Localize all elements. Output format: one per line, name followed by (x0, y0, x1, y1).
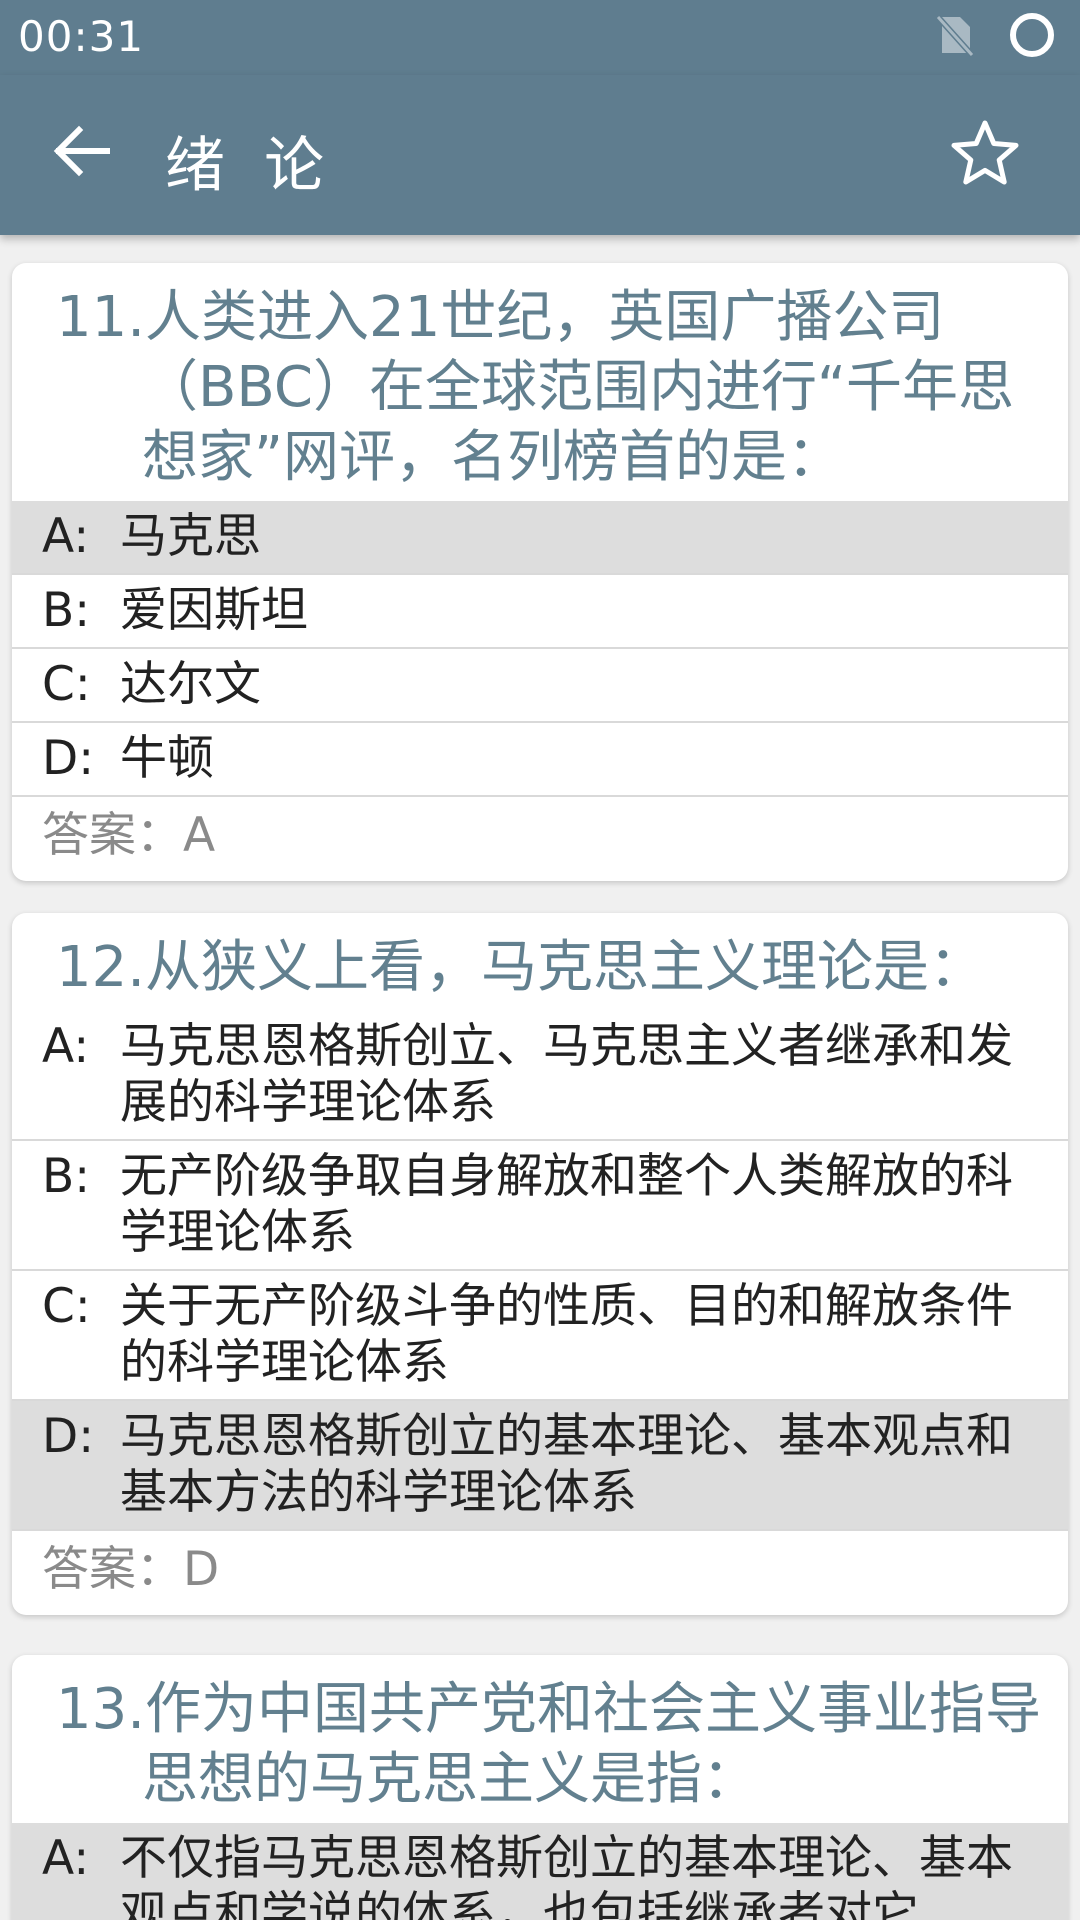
question-card: 12.从狭义上看，马克思主义理论是： A: 马克思恩格斯创立、马克思主义者继承和… (12, 913, 1068, 1615)
option-a[interactable]: A: 马克思 (12, 501, 1068, 573)
option-letter: C: (42, 657, 91, 712)
option-letter: B: (42, 583, 91, 638)
option-c[interactable]: C: 达尔文 (12, 647, 1068, 721)
option-b[interactable]: B: 爱因斯坦 (12, 573, 1068, 647)
page-title: 绪 论 (165, 131, 335, 201)
status-bar: 00:31 (0, 0, 1080, 75)
option-d[interactable]: D: 牛顿 (12, 721, 1068, 795)
question-card: 13.作为中国共产党和社会主义事业指导思想的马克思主义是指： A: 不仅指马克思… (12, 1655, 1068, 1920)
option-text: 无产阶级争取自身解放和整个人类解放的科学理论体系 (120, 1149, 1013, 1260)
option-letter: D: (42, 731, 95, 786)
back-button[interactable] (36, 113, 126, 193)
option-text: 关于无产阶级斗争的性质、目的和解放条件的科学理论体系 (120, 1279, 1013, 1390)
option-a[interactable]: A: 不仅指马克思恩格斯创立的基本理论、基本观点和学说的体系，也包括继承者对它 (12, 1823, 1068, 1920)
option-text: 马克思恩格斯创立、马克思主义者继承和发展的科学理论体系 (120, 1019, 1013, 1130)
no-sim-icon (934, 13, 975, 61)
favorite-button[interactable] (930, 113, 1040, 197)
option-letter: A: (42, 509, 90, 564)
question-text: 12.从狭义上看，马克思主义理论是： (56, 935, 986, 1000)
option-text: 不仅指马克思恩格斯创立的基本理论、基本观点和学说的体系，也包括继承者对它 (120, 1831, 1013, 1920)
option-letter: D: (42, 1409, 95, 1464)
option-text: 爱因斯坦 (120, 583, 308, 638)
option-text: 马克思恩格斯创立的基本理论、基本观点和基本方法的科学理论体系 (120, 1409, 1013, 1520)
question-text: 13.作为中国共产党和社会主义事业指导思想的马克思主义是指： (56, 1677, 1042, 1812)
option-letter: A: (42, 1019, 90, 1074)
app-bar: 绪 论 (0, 75, 1080, 235)
option-a[interactable]: A: 马克思恩格斯创立、马克思主义者继承和发展的科学理论体系 (12, 1011, 1068, 1139)
star-outline-icon (949, 118, 1021, 192)
option-letter: C: (42, 1279, 91, 1334)
option-d[interactable]: D: 马克思恩格斯创立的基本理论、基本观点和基本方法的科学理论体系 (12, 1399, 1068, 1529)
option-letter: B: (42, 1149, 91, 1204)
question-card: 11.人类进入21世纪，英国广播公司（BBC）在全球范围内进行“千年思想家”网评… (12, 263, 1068, 881)
option-text: 达尔文 (120, 657, 261, 712)
status-time: 00:31 (18, 12, 145, 61)
status-icons (934, 12, 1056, 62)
option-c[interactable]: C: 关于无产阶级斗争的性质、目的和解放条件的科学理论体系 (12, 1269, 1068, 1399)
answer-label: 答案：D (12, 1529, 1068, 1615)
question-list[interactable]: 11.人类进入21世纪，英国广播公司（BBC）在全球范围内进行“千年思想家”网评… (0, 235, 1080, 1920)
circle-status-icon (1008, 11, 1056, 63)
option-text: 牛顿 (120, 731, 214, 786)
option-text: 马克思 (120, 509, 261, 564)
question-text: 11.人类进入21世纪，英国广播公司（BBC）在全球范围内进行“千年思想家”网评… (56, 285, 1014, 490)
arrow-left-icon (51, 124, 111, 182)
option-b[interactable]: B: 无产阶级争取自身解放和整个人类解放的科学理论体系 (12, 1139, 1068, 1269)
option-letter: A: (42, 1831, 90, 1886)
answer-label: 答案：A (12, 795, 1068, 881)
